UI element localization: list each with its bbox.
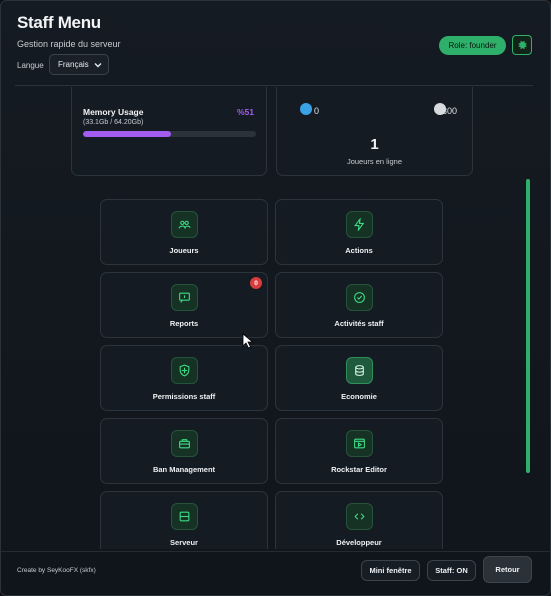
- scroll-area[interactable]: Memory Usage %51 (33.1Gb / 64.20Gb) 0 30…: [15, 87, 519, 549]
- tile-label: Ban Management: [152, 465, 216, 474]
- tile-developpeur[interactable]: Développeur: [275, 491, 443, 549]
- tile-ban-management[interactable]: Ban Management: [100, 418, 268, 484]
- scrollbar[interactable]: [526, 179, 530, 473]
- memory-usage-card: Memory Usage %51 (33.1Gb / 64.20Gb): [71, 87, 267, 176]
- mouse-cursor-icon: [242, 333, 254, 349]
- chevron-down-icon: [94, 62, 102, 67]
- film-icon: [346, 430, 373, 457]
- language-select[interactable]: Français: [49, 54, 109, 75]
- player-count-label: Joueurs en ligne: [346, 157, 403, 166]
- server-icon: [171, 503, 198, 530]
- memory-progress-bar: [83, 131, 256, 137]
- tile-economie[interactable]: Economie: [275, 345, 443, 411]
- settings-button[interactable]: [512, 35, 532, 55]
- mini-window-button[interactable]: Mini fenêtre: [361, 560, 420, 581]
- code-icon: [346, 503, 373, 530]
- tile-label: Rockstar Editor: [331, 465, 387, 474]
- tile-label: Activités staff: [334, 319, 384, 328]
- memory-percent: %51: [236, 107, 254, 117]
- page-title: Staff Menu: [17, 13, 101, 32]
- memory-detail: (33.1Gb / 64.20Gb): [83, 119, 144, 126]
- tile-label: Reports: [169, 319, 199, 328]
- tile-activites-staff[interactable]: Activités staff: [275, 272, 443, 338]
- tile-label: Serveur: [170, 538, 198, 547]
- users-icon: [171, 211, 198, 238]
- notification-badge: 0: [250, 277, 262, 289]
- message-flag-icon: [171, 284, 198, 311]
- header-divider: [15, 85, 533, 86]
- memory-progress-fill: [83, 131, 172, 137]
- language-label: Langue: [17, 61, 44, 70]
- shield-icon: [171, 357, 198, 384]
- tile-actions[interactable]: Actions: [275, 199, 443, 265]
- tile-reports[interactable]: 0 Reports: [100, 272, 268, 338]
- tile-label: Joueurs: [169, 246, 199, 255]
- briefcase-icon: [171, 430, 198, 457]
- check-circle-icon: [346, 284, 373, 311]
- slider-max-value: 300: [441, 106, 457, 116]
- players-card: 0 300 1 Joueurs en ligne: [276, 87, 473, 176]
- database-icon: [346, 357, 373, 384]
- tile-serveur[interactable]: Serveur: [100, 491, 268, 549]
- tile-joueurs[interactable]: Joueurs: [100, 199, 268, 265]
- back-button[interactable]: Retour: [483, 556, 532, 583]
- tile-label: Permissions staff: [152, 392, 216, 401]
- tile-label: Développeur: [336, 538, 382, 547]
- footer-divider: [1, 551, 550, 552]
- staff-menu-window: Staff Menu Gestion rapide du serveur Lan…: [0, 0, 551, 596]
- tile-label: Economie: [341, 392, 377, 401]
- slider-min-handle[interactable]: [300, 103, 312, 115]
- language-value: Français: [58, 60, 89, 69]
- memory-title: Memory Usage: [83, 107, 144, 117]
- bolt-icon: [346, 211, 373, 238]
- tile-rockstar-editor[interactable]: Rockstar Editor: [275, 418, 443, 484]
- staff-toggle-button[interactable]: Staff: ON: [427, 560, 476, 581]
- page-subtitle: Gestion rapide du serveur: [17, 39, 121, 49]
- gear-icon: [518, 40, 527, 50]
- role-badge: Role: founder: [439, 36, 506, 55]
- credit-text: Create by SeyKooFX (skfx): [17, 567, 96, 574]
- tile-permissions-staff[interactable]: Permissions staff: [100, 345, 268, 411]
- player-count: 1: [370, 136, 379, 153]
- slider-min-value: 0: [314, 106, 320, 116]
- tile-label: Actions: [345, 246, 373, 255]
